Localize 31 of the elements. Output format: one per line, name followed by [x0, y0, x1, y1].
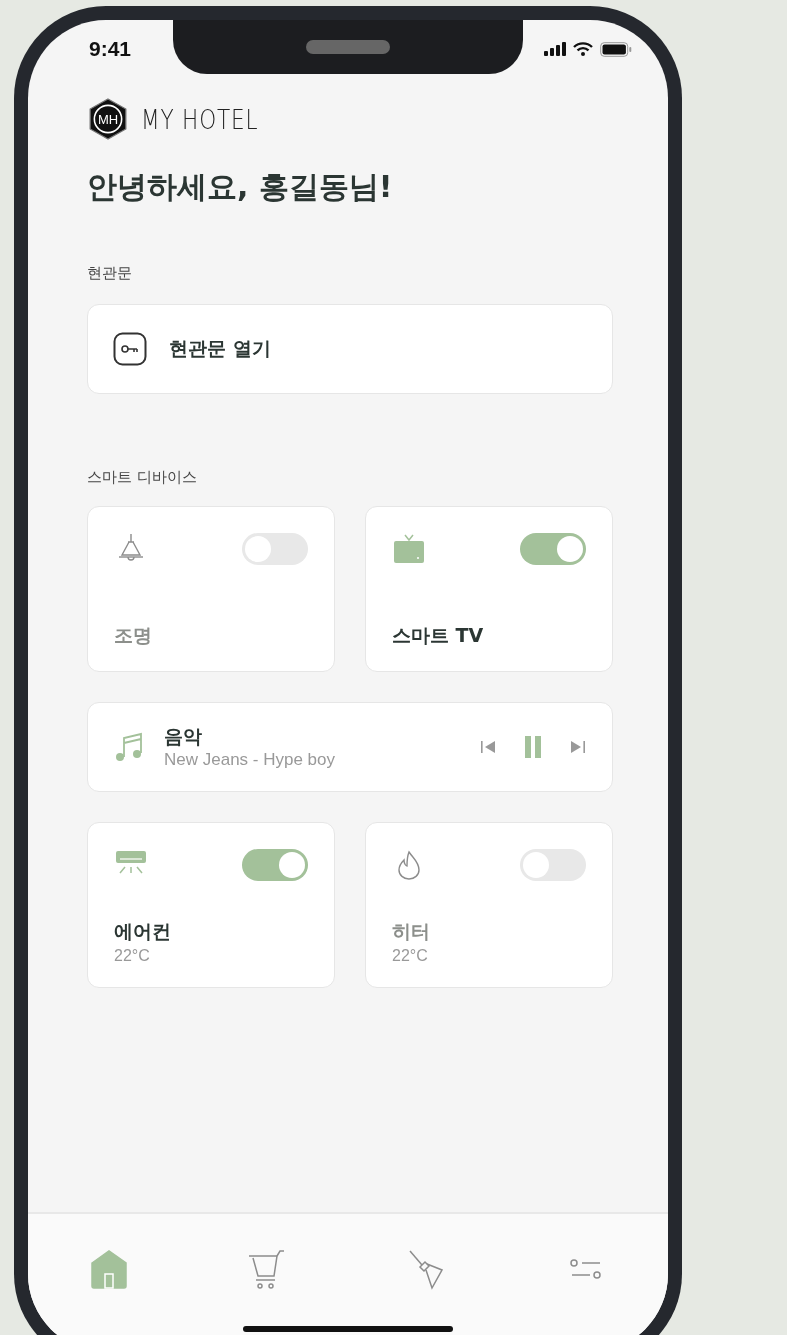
status-time: 9:41	[89, 37, 132, 61]
key-icon	[113, 332, 147, 366]
wifi-icon	[573, 42, 593, 56]
temperature-reading: 22°C	[392, 947, 429, 965]
device-name: 에어컨	[114, 919, 172, 944]
toggle-switch[interactable]	[520, 533, 586, 565]
skip-back-icon	[480, 740, 496, 754]
pause-icon	[524, 736, 542, 758]
signal-icon	[544, 42, 566, 56]
greeting-title: 안녕하세요, 홍길동님!	[87, 168, 394, 206]
previous-track-button[interactable]	[480, 740, 496, 754]
device-name: 조명	[114, 623, 153, 648]
temperature-reading: 22°C	[114, 947, 151, 965]
pause-button[interactable]	[524, 736, 542, 758]
track-name: New Jeans - Hype boy	[164, 750, 337, 770]
open-door-button[interactable]: 현관문 열기	[87, 304, 613, 394]
logo-monogram: MH	[87, 98, 129, 140]
toggle-switch[interactable]	[242, 849, 308, 881]
section-label: 현관문	[87, 263, 133, 284]
battery-icon	[600, 41, 632, 57]
next-track-button[interactable]	[570, 740, 586, 754]
home-icon	[88, 1248, 130, 1290]
device-name: 히터	[392, 919, 431, 944]
music-title: 음악	[164, 724, 203, 749]
music-note-icon	[114, 732, 144, 762]
logo-wordmark: MY HOTEL	[141, 103, 259, 135]
device-name: 스마트 TV	[392, 623, 485, 648]
skip-forward-icon	[570, 740, 586, 754]
home-tab[interactable]	[88, 1248, 130, 1290]
section-label: 스마트 디바이스	[87, 467, 198, 488]
tv-icon	[392, 533, 426, 565]
